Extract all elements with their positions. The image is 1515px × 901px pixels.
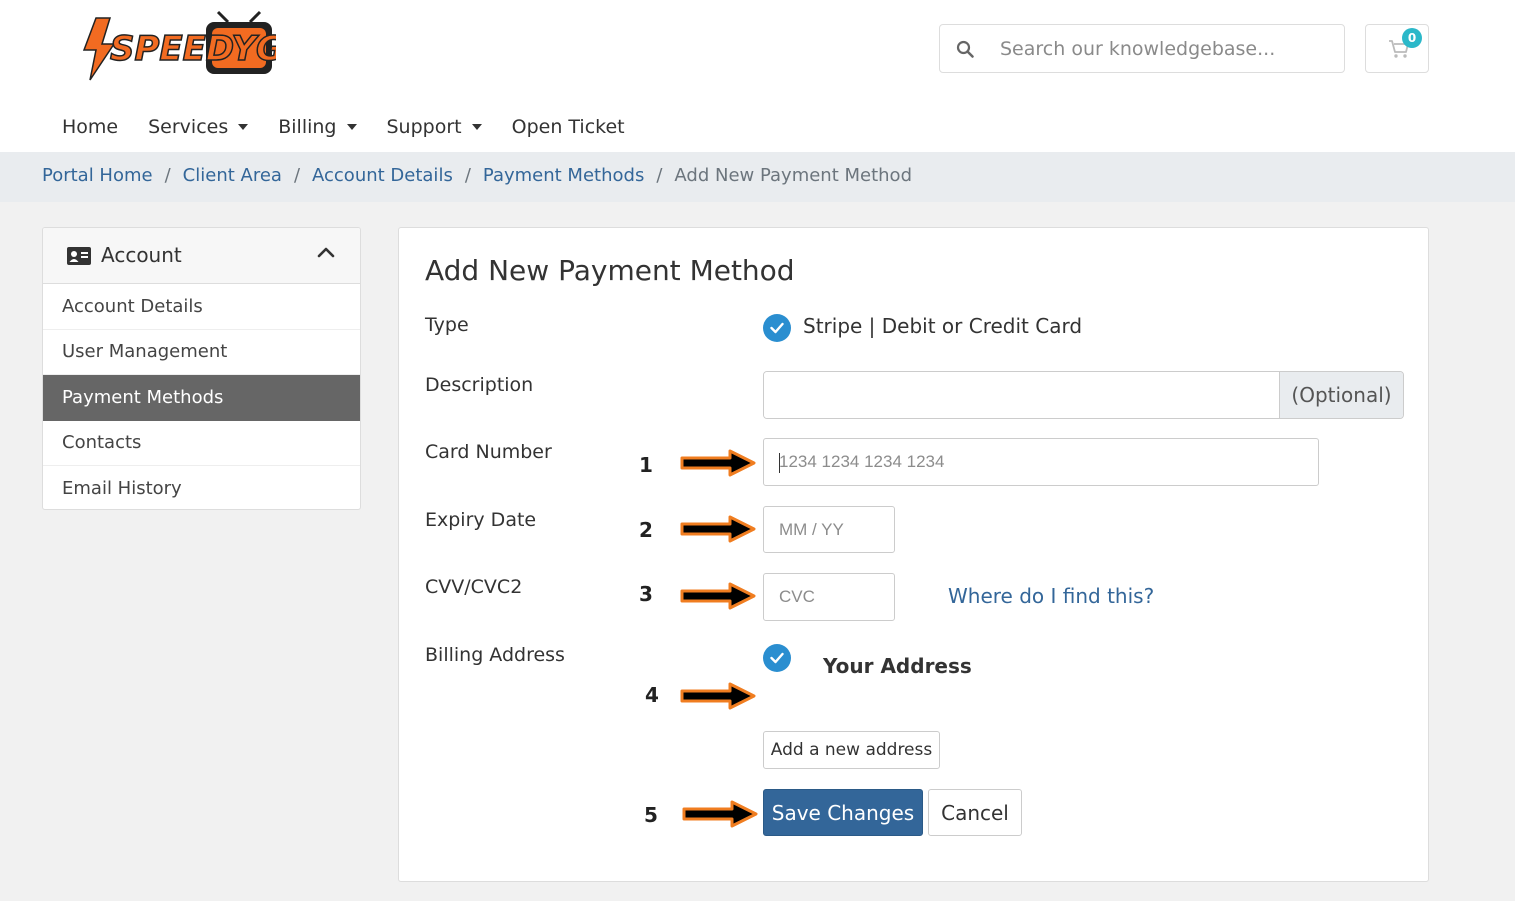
step-number-2: 2 — [639, 518, 653, 542]
sidebar-item-label: Account Details — [62, 295, 203, 317]
breadcrumb-portal-home[interactable]: Portal Home — [42, 165, 153, 186]
annotation-arrow-icon — [680, 582, 756, 610]
search-icon — [956, 40, 974, 58]
step-number-5: 5 — [644, 803, 658, 827]
search-input[interactable] — [1000, 37, 1330, 61]
description-label: Description — [425, 374, 534, 396]
breadcrumb-account-details[interactable]: Account Details — [312, 165, 453, 186]
card-number-label: Card Number — [425, 441, 552, 463]
nav-open-ticket-label: Open Ticket — [511, 116, 625, 138]
cart-count-badge: 0 — [1402, 28, 1422, 48]
save-changes-button[interactable]: Save Changes — [763, 789, 923, 836]
card-number-input[interactable]: 1234 1234 1234 1234 — [763, 438, 1319, 486]
breadcrumb-client-area[interactable]: Client Area — [183, 165, 282, 186]
breadcrumb-payment-methods[interactable]: Payment Methods — [483, 165, 644, 186]
sidebar-item-payment-methods[interactable]: Payment Methods — [43, 375, 360, 421]
page-title: Add New Payment Method — [425, 254, 795, 287]
billing-address-label: Billing Address — [425, 644, 565, 666]
nav-services[interactable]: Services — [148, 112, 249, 142]
billing-address-radio-checked[interactable] — [763, 644, 791, 672]
expiry-date-placeholder: MM / YY — [779, 519, 844, 539]
checkmark-icon — [770, 652, 784, 664]
sidebar-item-contacts[interactable]: Contacts — [43, 421, 360, 466]
cvv-input[interactable]: CVC — [763, 573, 895, 621]
breadcrumb-current: Add New Payment Method — [674, 165, 912, 186]
text-cursor — [779, 453, 780, 473]
sidebar-item-user-management[interactable]: User Management — [43, 330, 360, 375]
nav-open-ticket[interactable]: Open Ticket — [512, 112, 625, 142]
sidebar-header[interactable]: Account — [43, 228, 360, 284]
account-sidebar: Account Account Details User Management … — [42, 227, 361, 510]
nav-home[interactable]: Home — [62, 112, 118, 142]
nav-billing-label: Billing — [278, 116, 337, 138]
sidebar-title: Account — [101, 243, 182, 267]
main-nav: Home Services Billing Support Open Ticke… — [62, 112, 655, 142]
annotation-arrow-icon — [680, 682, 756, 710]
payment-type-value: Stripe | Debit or Credit Card — [803, 314, 1083, 338]
description-input[interactable] — [764, 372, 1279, 418]
step-number-1: 1 — [639, 453, 653, 477]
payment-method-card: Add New Payment Method Type Stripe | Deb… — [398, 227, 1429, 882]
sidebar-item-label: Email History — [62, 478, 182, 500]
type-radio-checked[interactable] — [763, 314, 791, 342]
speedygo-logo[interactable]: SPEEDYGO — [80, 10, 314, 82]
breadcrumb-separator: / — [464, 165, 471, 186]
cart-button[interactable]: 0 — [1365, 24, 1429, 73]
cvv-label: CVV/CVC2 — [425, 576, 523, 598]
breadcrumb-bar: Portal Home / Client Area / Account Deta… — [0, 152, 1515, 202]
sidebar-item-label: User Management — [62, 341, 228, 363]
card-number-placeholder: 1234 1234 1234 1234 — [779, 452, 945, 471]
caret-down-icon — [238, 124, 249, 130]
breadcrumb-separator: / — [293, 165, 301, 186]
cvv-help-link[interactable]: Where do I find this? — [948, 584, 1154, 608]
breadcrumb-separator: / — [164, 165, 171, 186]
annotation-arrow-icon — [680, 449, 756, 477]
billing-address-selected: Your Address — [823, 654, 972, 678]
nav-support[interactable]: Support — [387, 112, 482, 142]
checkmark-icon — [770, 322, 784, 334]
breadcrumb-separator: / — [656, 165, 663, 186]
sidebar-item-account-details[interactable]: Account Details — [43, 284, 360, 330]
sidebar-item-email-history[interactable]: Email History — [43, 466, 360, 509]
logo-text: SPEEDYGO — [110, 29, 276, 69]
breadcrumb: Portal Home / Client Area / Account Deta… — [42, 165, 912, 186]
nav-home-label: Home — [62, 116, 119, 138]
nav-billing[interactable]: Billing — [278, 112, 357, 142]
sidebar-item-label: Payment Methods — [62, 386, 224, 408]
expiry-date-label: Expiry Date — [425, 509, 537, 531]
annotation-arrow-icon — [680, 515, 756, 543]
id-card-icon — [67, 247, 91, 265]
nav-support-label: Support — [386, 116, 462, 138]
caret-down-icon — [471, 124, 482, 130]
description-optional-addon: (Optional) — [1279, 372, 1403, 418]
add-new-address-button[interactable]: Add a new address — [763, 731, 940, 769]
cvv-placeholder: CVC — [779, 587, 815, 606]
annotation-arrow-icon — [682, 800, 758, 828]
search-bar — [939, 24, 1345, 73]
description-input-group: (Optional) — [763, 371, 1404, 419]
type-label: Type — [425, 314, 469, 336]
nav-services-label: Services — [148, 116, 229, 138]
cancel-button[interactable]: Cancel — [928, 789, 1022, 836]
step-number-3: 3 — [639, 582, 653, 606]
expiry-date-input[interactable]: MM / YY — [763, 506, 895, 553]
site-header: SPEEDYGO 0 Home Services Billing Support… — [0, 0, 1515, 152]
step-number-4: 4 — [645, 683, 659, 707]
caret-down-icon — [346, 124, 357, 130]
chevron-up-icon[interactable] — [317, 246, 335, 258]
sidebar-item-label: Contacts — [62, 432, 142, 454]
